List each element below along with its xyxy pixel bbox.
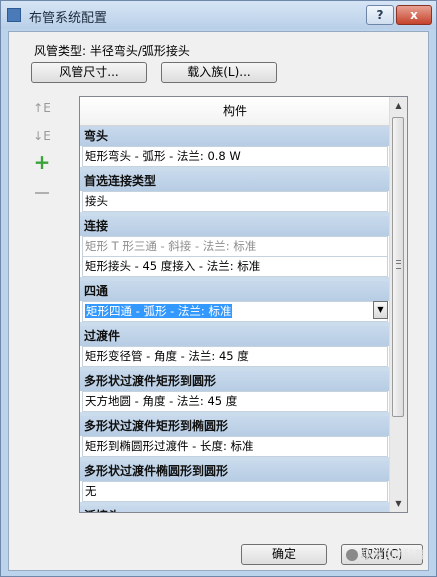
grid-group: 多形状过渡件椭圆形到圆形无 bbox=[80, 461, 390, 506]
help-button[interactable]: ? bbox=[366, 5, 394, 25]
grid-group: 活接头 bbox=[80, 506, 390, 512]
window-title: 布管系统配置 bbox=[29, 11, 108, 26]
group-header: 四通 bbox=[80, 281, 390, 301]
table-row[interactable]: 接头 bbox=[82, 191, 388, 212]
grid-group: 多形状过渡件矩形到椭圆形 矩形到椭圆形过渡件 - 长度: 标准 bbox=[80, 416, 390, 461]
title-bar[interactable]: 布管系统配置 ? x bbox=[1, 1, 436, 29]
watermark-text: 趣味BIM科普 bbox=[361, 548, 426, 561]
scroll-down-icon[interactable]: ▼ bbox=[390, 495, 407, 512]
selected-value: 矩形四通 - 弧形 - 法兰: 标准 bbox=[85, 304, 233, 318]
remove-row-icon[interactable] bbox=[31, 182, 53, 202]
grid-group: 多形状过渡件矩形到圆形 天方地圆 - 角度 - 法兰: 45 度 bbox=[80, 371, 390, 416]
group-header: 多形状过渡件矩形到椭圆形 bbox=[80, 416, 390, 436]
grid-group: 四通矩形四通 - 弧形 - 法兰: 标准 ▼ bbox=[80, 281, 390, 326]
group-header: 过渡件 bbox=[80, 326, 390, 346]
duct-type-label: 风管类型: 半径弯头/弧形接头 bbox=[34, 44, 190, 58]
grid-group: 连接 矩形 T 形三通 - 斜接 - 法兰: 标准 矩形接头 - 45 度接入 - … bbox=[80, 216, 390, 281]
scrollbar-thumb[interactable] bbox=[392, 117, 404, 417]
watermark: 趣味BIM科普 bbox=[346, 546, 431, 568]
group-header: 活接头 bbox=[80, 506, 390, 512]
routing-preferences-grid: 构件 弯头 矩形弯头 - 弧形 - 法兰: 0.8 W 首选连接类型 接头 连接 矩形 T… bbox=[79, 96, 408, 513]
group-header: 多形状过渡件矩形到圆形 bbox=[80, 371, 390, 391]
group-header: 弯头 bbox=[80, 126, 390, 146]
table-row[interactable]: 矩形四通 - 弧形 - 法兰: 标准 ▼ bbox=[82, 301, 388, 322]
move-down-icon[interactable]: ↓E bbox=[31, 126, 53, 146]
wechat-icon bbox=[346, 549, 358, 561]
scroll-up-icon[interactable]: ▲ bbox=[390, 97, 407, 114]
table-row[interactable]: 矩形变径管 - 角度 - 法兰: 45 度 bbox=[82, 346, 388, 367]
grid-group: 首选连接类型 接头 bbox=[80, 171, 390, 216]
duct-size-button[interactable]: 风管尺寸... bbox=[31, 62, 147, 83]
group-header: 首选连接类型 bbox=[80, 171, 390, 191]
table-row[interactable]: 无 bbox=[82, 481, 388, 502]
table-row[interactable]: 矩形弯头 - 弧形 - 法兰: 0.8 W bbox=[82, 146, 388, 167]
column-header[interactable]: 构件 bbox=[80, 97, 390, 126]
group-header: 连接 bbox=[80, 216, 390, 236]
dialog-window: 布管系统配置 ? x 风管类型: 半径弯头/弧形接头 风管尺寸... 载入族(L… bbox=[0, 0, 437, 577]
grid-group: 弯头 矩形弯头 - 弧形 - 法兰: 0.8 W bbox=[80, 126, 390, 171]
table-row[interactable]: 矩形接头 - 45 度接入 - 法兰: 标准 bbox=[82, 257, 388, 277]
dialog-body: 风管类型: 半径弯头/弧形接头 风管尺寸... 载入族(L)... ↑E ↓E … bbox=[8, 31, 429, 571]
group-header: 多形状过渡件椭圆形到圆形 bbox=[80, 461, 390, 481]
grid-group: 过渡件 矩形变径管 - 角度 - 法兰: 45 度 bbox=[80, 326, 390, 371]
load-family-button[interactable]: 载入族(L)... bbox=[161, 62, 277, 83]
chevron-down-icon[interactable]: ▼ bbox=[373, 301, 388, 319]
grid-rows: 弯头 矩形弯头 - 弧形 - 法兰: 0.8 W 首选连接类型 接头 连接 矩形 T 形三… bbox=[80, 126, 390, 512]
table-row[interactable]: 矩形到椭圆形过渡件 - 长度: 标准 bbox=[82, 436, 388, 457]
vertical-scrollbar[interactable]: ▲ ▼ bbox=[389, 97, 407, 512]
table-row[interactable]: 矩形 T 形三通 - 斜接 - 法兰: 标准 bbox=[82, 236, 388, 257]
table-row[interactable]: 天方地圆 - 角度 - 法兰: 45 度 bbox=[82, 391, 388, 412]
add-row-icon[interactable]: + bbox=[31, 152, 53, 172]
app-icon bbox=[7, 8, 21, 22]
ok-button[interactable]: 确定 bbox=[241, 544, 327, 565]
move-up-icon[interactable]: ↑E bbox=[31, 98, 53, 118]
grip-icon bbox=[396, 260, 401, 269]
close-button[interactable]: x bbox=[396, 5, 432, 25]
